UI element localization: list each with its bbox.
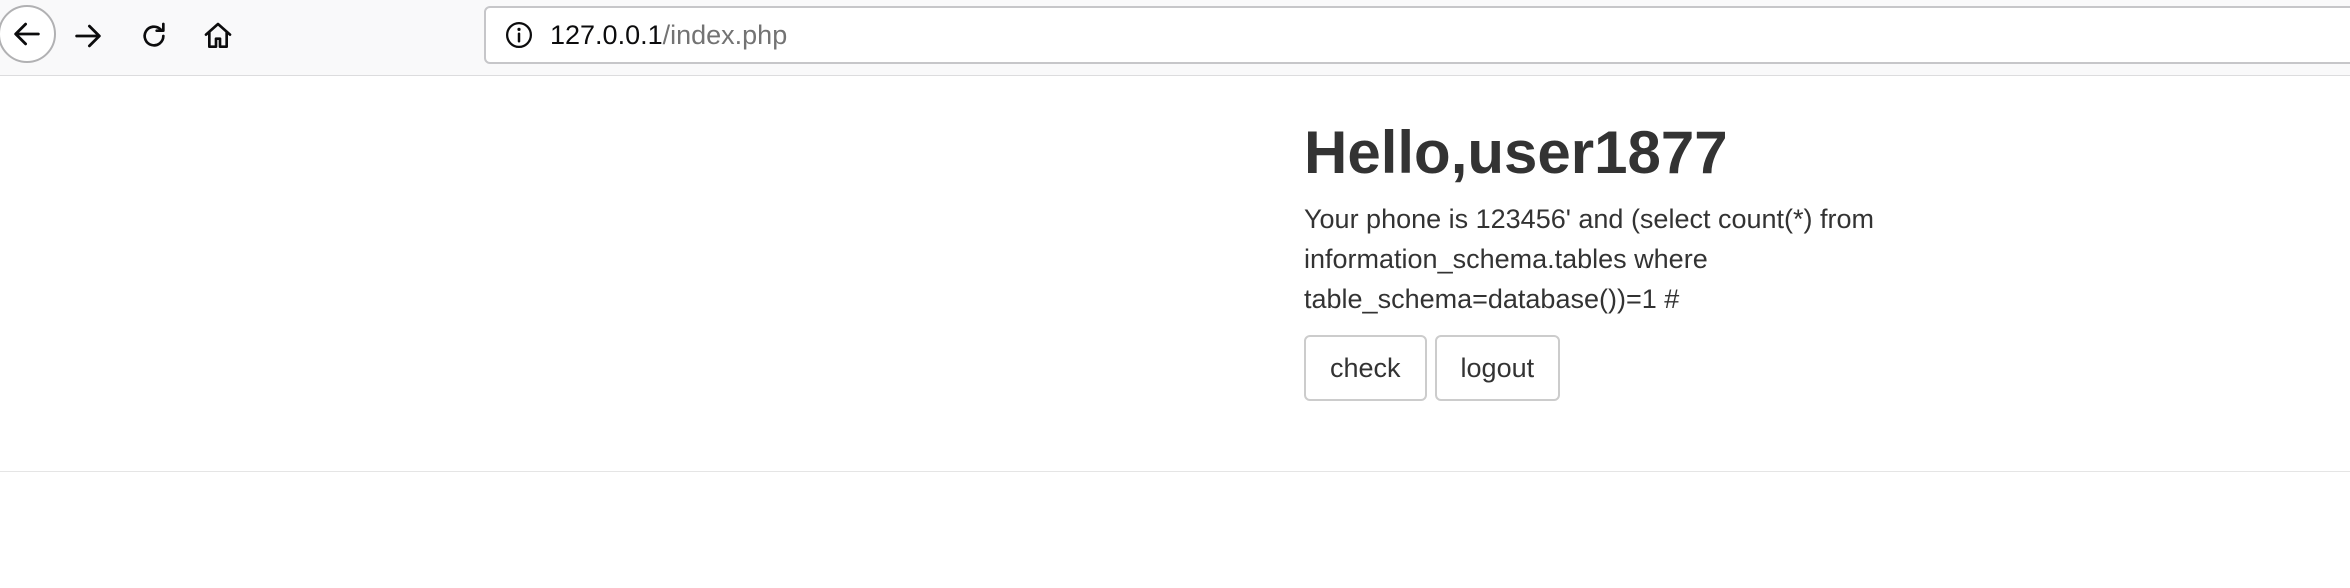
- info-icon[interactable]: [502, 18, 536, 52]
- phone-text: Your phone is 123456' and (select count(…: [1304, 204, 1875, 314]
- address-bar[interactable]: 127.0.0.1/index.php: [484, 6, 2350, 64]
- arrow-left-icon: [10, 17, 44, 51]
- arrow-right-icon: [71, 19, 105, 53]
- home-button[interactable]: [194, 16, 242, 56]
- url-text[interactable]: 127.0.0.1/index.php: [550, 20, 787, 51]
- page-content: Hello,user1877 Your phone is 123456' and…: [0, 77, 2350, 472]
- back-button[interactable]: [0, 5, 56, 63]
- home-icon: [202, 20, 234, 52]
- action-buttons: check logout: [1304, 335, 1924, 401]
- forward-button[interactable]: [64, 16, 112, 56]
- url-path: /index.php: [662, 19, 788, 50]
- greeting-heading: Hello,user1877: [1304, 119, 1728, 186]
- browser-toolbar: 127.0.0.1/index.php: [0, 0, 2350, 76]
- user-panel: Hello,user1877 Your phone is 123456' and…: [1304, 117, 1924, 401]
- reload-icon: [138, 20, 170, 52]
- reload-button[interactable]: [130, 16, 178, 56]
- logout-button[interactable]: logout: [1434, 335, 1561, 401]
- check-button[interactable]: check: [1304, 335, 1427, 401]
- url-host: 127.0.0.1: [550, 19, 663, 50]
